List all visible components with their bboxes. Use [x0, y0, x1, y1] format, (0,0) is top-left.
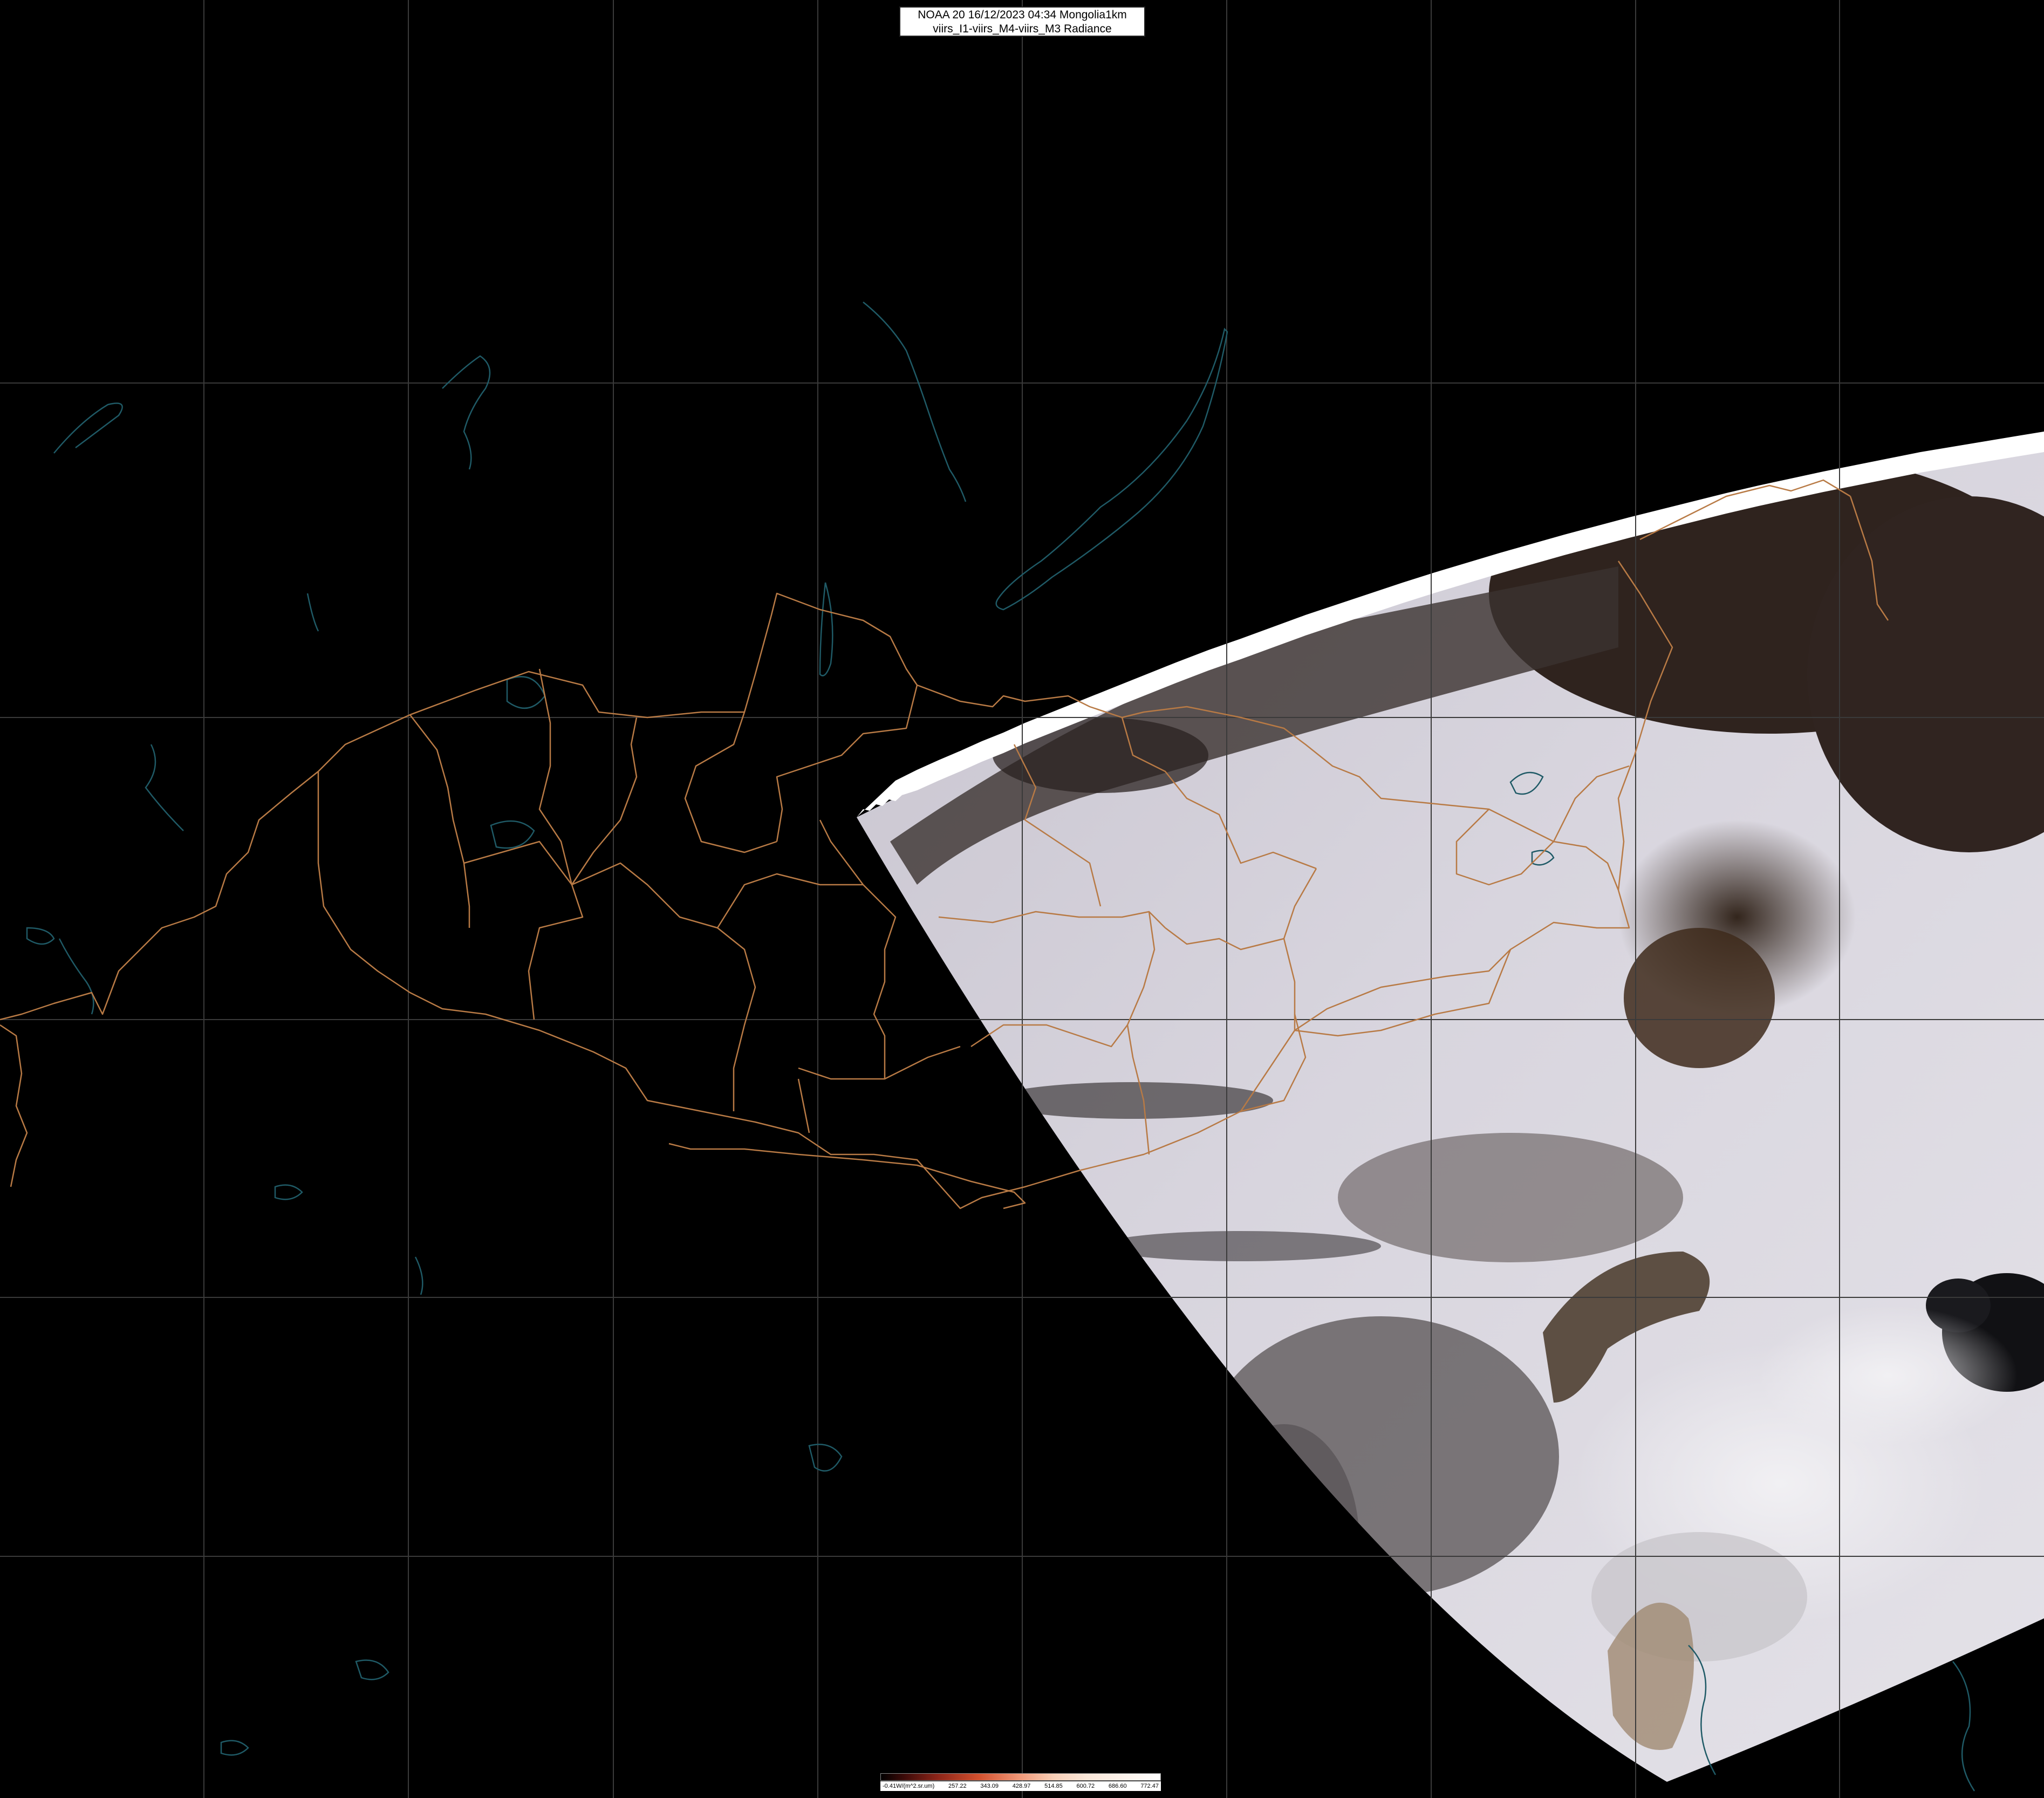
colorbar-labels: -0.41W/(m^2.sr.um) 257.22 343.09 428.97 …	[880, 1781, 1161, 1791]
colorbar-tick: 343.09	[980, 1783, 999, 1789]
colorbar-tick: 514.85	[1044, 1783, 1063, 1789]
colorbar-tick: 428.97	[1012, 1783, 1031, 1789]
colorbar-tick: 600.72	[1076, 1783, 1095, 1789]
colorbar-tick: 257.22	[948, 1783, 967, 1789]
colorbar-unit-label: -0.41W/(m^2.sr.um)	[883, 1783, 935, 1789]
colorbar-legend: -0.41W/(m^2.sr.um) 257.22 343.09 428.97 …	[880, 1773, 1161, 1793]
satellite-swath	[857, 432, 2044, 1782]
colorbar-tick: 772.47	[1140, 1783, 1159, 1789]
lake-baikal-outline	[995, 327, 1228, 611]
colorbar-gradient	[880, 1773, 1161, 1781]
satellite-map	[0, 0, 2044, 1798]
map-title-box: NOAA 20 16/12/2023 04:34 Mongolia1km vii…	[899, 6, 1145, 37]
title-line-1: NOAA 20 16/12/2023 04:34 Mongolia1km	[918, 9, 1127, 21]
title-line-2: viirs_I1-viirs_M4-viirs_M3 Radiance	[933, 23, 1112, 35]
colorbar-tick: 686.60	[1108, 1783, 1127, 1789]
